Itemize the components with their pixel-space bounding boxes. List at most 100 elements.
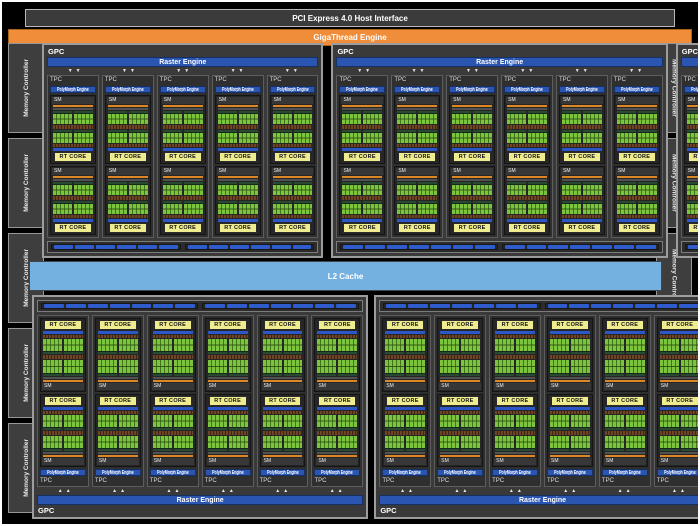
sm-register-strip bbox=[550, 452, 590, 454]
cache-chip bbox=[248, 304, 269, 308]
polymorph-engine-bar: PolyMorph Engine bbox=[149, 469, 196, 476]
core-stripes bbox=[406, 339, 426, 352]
cache-chip bbox=[54, 245, 73, 249]
sm-block: SM RT CORE bbox=[601, 318, 648, 392]
tpc-label: TPC bbox=[683, 77, 696, 83]
arrow-down-icon: ▼ bbox=[411, 67, 417, 74]
core-stripes bbox=[528, 114, 548, 124]
cuda-core-block bbox=[342, 182, 362, 195]
cache-chip-row bbox=[47, 241, 319, 253]
arrow-up-icon: ▲ bbox=[679, 487, 685, 494]
core-stripes bbox=[550, 435, 569, 448]
core-block-header bbox=[440, 351, 460, 355]
core-stripes bbox=[616, 114, 636, 124]
l1-cache-strip bbox=[616, 219, 657, 222]
sm-block: SM RT CORE bbox=[683, 95, 698, 164]
cache-chip-group bbox=[41, 303, 199, 309]
cuda-core-block bbox=[686, 201, 698, 214]
polymorph-engine-bar: PolyMorph Engine bbox=[559, 86, 605, 93]
cache-chip bbox=[592, 245, 612, 249]
gpc-row-top: GPC Raster Engine ▼ ▼ ▼ ▼ ▼ ▼ ▼ ▼ ▼ ▼ TPC PolyMorph E… bbox=[42, 43, 698, 258]
flow-arrow-pair: ▼▼ bbox=[101, 68, 155, 74]
cuda-core-array bbox=[152, 360, 193, 376]
cache-chip bbox=[44, 304, 64, 308]
sm-register-strip bbox=[97, 376, 138, 379]
texture-unit-strip bbox=[207, 410, 248, 414]
tpc-container: TPCPolyMorph EngineSMRT CORESMRT CORETPC… bbox=[680, 75, 698, 238]
cache-chip bbox=[109, 304, 130, 308]
tpc-container: TPCPolyMorph EngineSMRT CORESMRT CORETPC… bbox=[37, 315, 364, 487]
polymorph-engine-label: PolyMorph Engine bbox=[156, 469, 189, 476]
sm-label: SM bbox=[206, 458, 249, 465]
cuda-core-block bbox=[495, 339, 515, 355]
l1-cache-strip bbox=[385, 331, 426, 334]
rt-core: RT CORE bbox=[508, 223, 547, 233]
core-stripes bbox=[272, 114, 292, 124]
arrow-up-icon: ▲ bbox=[220, 487, 226, 494]
core-block-header bbox=[604, 426, 624, 430]
flow-arrow-pair: ▼▼ bbox=[445, 68, 499, 74]
core-block-header bbox=[43, 351, 62, 355]
sm-register-strip bbox=[317, 376, 358, 379]
sm-label: SM bbox=[451, 168, 494, 175]
raster-engine-bar: Raster Engine bbox=[47, 57, 319, 67]
rt-core: RT CORE bbox=[54, 152, 92, 162]
sm-block: SM RT CORE bbox=[656, 393, 698, 467]
cache-chip bbox=[548, 245, 569, 249]
sm-scheduler-strip bbox=[53, 176, 93, 178]
cuda-core-block bbox=[128, 182, 148, 195]
core-stripes bbox=[262, 360, 282, 373]
core-stripes bbox=[473, 133, 493, 143]
polymorph-engine-label: PolyMorph Engine bbox=[102, 469, 134, 476]
texture-unit-strip bbox=[604, 355, 645, 360]
texture-unit-strip bbox=[495, 410, 536, 414]
cuda-core-block bbox=[637, 201, 657, 214]
cuda-core-block bbox=[570, 435, 590, 451]
core-stripes bbox=[659, 435, 679, 448]
cuda-core-array bbox=[495, 360, 536, 376]
cuda-core-block bbox=[338, 435, 358, 451]
polymorph-engine-label: PolyMorph Engine bbox=[609, 469, 641, 476]
core-stripes bbox=[397, 185, 417, 195]
raster-flow-arrows: ▲ ▲ ▲ ▲ ▲ ▲ ▲ ▲ ▲ ▲ ▲ ▲ bbox=[379, 487, 698, 494]
core-stripes bbox=[63, 414, 83, 427]
cuda-core-block bbox=[616, 111, 636, 124]
tpc-block: TPC PolyMorph Engine SM RT CORE SM RT CORE bbox=[556, 75, 608, 238]
sm-register-strip bbox=[495, 452, 536, 454]
sm-label: SM bbox=[494, 382, 537, 390]
tpc-container: TPCPolyMorph EngineSMRT CORESMRT CORETPC… bbox=[379, 315, 698, 487]
cuda-core-block bbox=[338, 339, 358, 355]
polymorph-engine-bar: PolyMorph Engine bbox=[40, 469, 86, 476]
core-stripes bbox=[43, 414, 62, 427]
flow-arrow-pair: ▼▼ bbox=[47, 68, 101, 74]
texture-unit-strip bbox=[385, 410, 426, 414]
cuda-core-block bbox=[207, 360, 227, 376]
arrow-up-icon: ▲ bbox=[508, 487, 514, 494]
core-stripes bbox=[516, 360, 536, 373]
core-block-header bbox=[495, 448, 515, 451]
core-block-header bbox=[550, 372, 569, 376]
arrow-down-icon: ▼ bbox=[582, 67, 588, 74]
polymorph-engine-label: PolyMorph Engine bbox=[401, 86, 434, 93]
cuda-core-array bbox=[686, 111, 698, 124]
cuda-core-block bbox=[228, 414, 248, 430]
l1-cache-strip bbox=[162, 148, 203, 151]
sm-scheduler-strip bbox=[162, 176, 203, 178]
cuda-core-block bbox=[363, 201, 383, 214]
cuda-core-array bbox=[440, 414, 481, 430]
sm-label: SM bbox=[615, 168, 658, 175]
sm-label: SM bbox=[396, 168, 439, 175]
cuda-core-array bbox=[507, 111, 548, 124]
cuda-core-block bbox=[625, 414, 645, 430]
arrow-down-icon: ▼ bbox=[75, 67, 81, 74]
arrow-down-icon: ▼ bbox=[473, 67, 479, 74]
cuda-core-block bbox=[440, 435, 460, 451]
cuda-core-block bbox=[406, 339, 426, 355]
core-block-header bbox=[63, 448, 83, 451]
texture-unit-strip bbox=[217, 144, 258, 147]
l1-cache-strip bbox=[659, 331, 698, 334]
cuda-core-array bbox=[317, 339, 358, 355]
polymorph-engine-label: PolyMorph Engine bbox=[266, 469, 299, 476]
core-stripes bbox=[550, 339, 569, 352]
polymorph-engine-bar: PolyMorph Engine bbox=[382, 469, 429, 476]
